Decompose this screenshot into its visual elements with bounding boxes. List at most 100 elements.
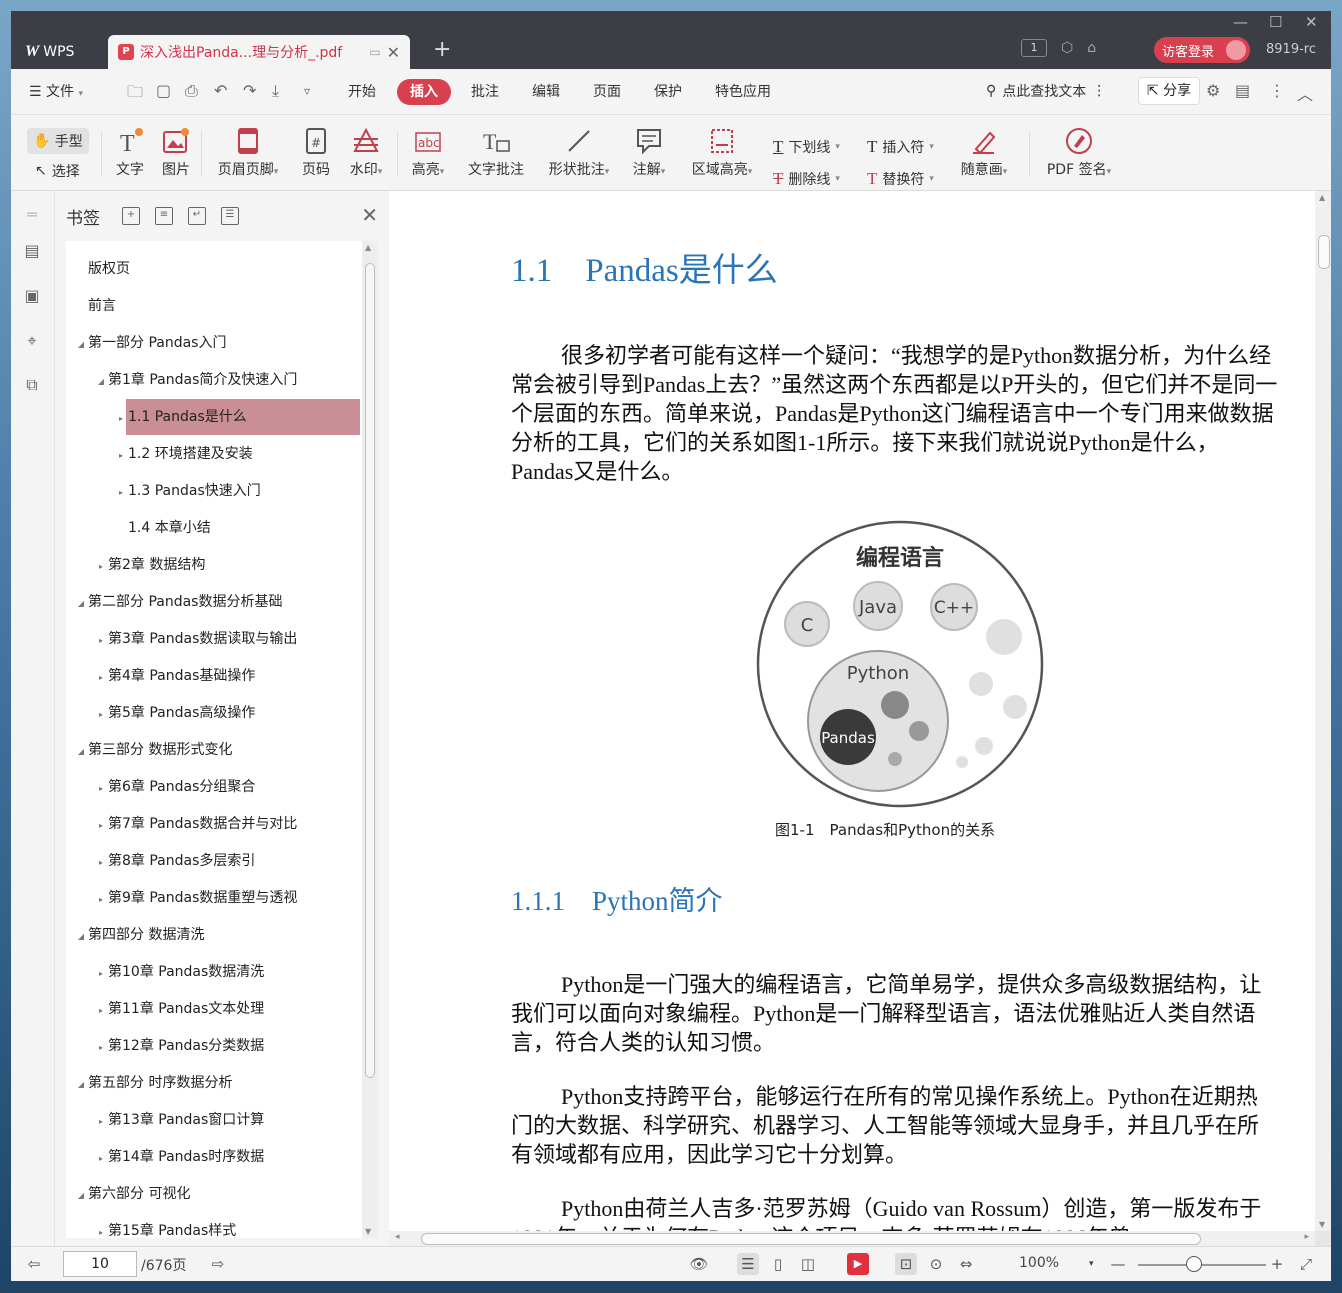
zoom-slider[interactable] [1138, 1264, 1266, 1266]
bookmark-item[interactable]: ▸ 1.2 环境搭建及安装 [114, 436, 253, 472]
zoom-slider-handle[interactable] [1186, 1256, 1202, 1272]
bookmark-item[interactable]: ▸ 1.3 Pandas快速入门 [114, 473, 261, 509]
freehand-button[interactable]: 随意画▾ [955, 125, 1013, 179]
bookmark-item[interactable]: ◢ 第一部分 Pandas入门 [74, 325, 227, 361]
vertical-scroll-thumb[interactable] [1318, 235, 1330, 269]
skin-icon[interactable]: ⬡ [1061, 40, 1073, 56]
bookmark-scroll-thumb[interactable] [365, 263, 375, 1078]
pdf-sign-button[interactable]: PDF 签名▾ [1041, 125, 1117, 179]
redo-icon[interactable]: ↷ [243, 81, 256, 100]
tab-comment[interactable]: 批注 [471, 81, 499, 101]
document-tab[interactable]: P 深入浅出Panda...理与分析_.pdf ▭ ✕ [108, 35, 410, 69]
collapse-all-icon[interactable]: ↵ [188, 207, 206, 225]
share-button[interactable]: ⇱ 分享 [1138, 77, 1200, 105]
eye-protection-icon[interactable]: 👁 [688, 1253, 710, 1275]
watermark-button[interactable]: 水印▾ [345, 125, 387, 179]
zoom-in-icon[interactable]: + [1266, 1253, 1288, 1275]
bookmark-item[interactable]: ◢ 第五部分 时序数据分析 [74, 1065, 233, 1101]
play-slideshow-icon[interactable]: ▶ [847, 1253, 869, 1275]
zoom-out-icon[interactable]: — [1107, 1253, 1129, 1275]
scroll-down-icon[interactable]: ▼ [365, 1227, 371, 1236]
insert-mark-button[interactable]: T 插入符 ▾ [867, 137, 934, 157]
bookmark-item[interactable]: ▸ 第8章 Pandas多层索引 [94, 843, 255, 879]
bookmark-item[interactable]: ▸ 第13章 Pandas窗口计算 [94, 1102, 264, 1138]
annotation-panel-icon[interactable]: ⌖ [21, 331, 43, 353]
tab-features[interactable]: 特色应用 [715, 81, 771, 101]
bookmark-options-icon[interactable]: ☰ [221, 207, 239, 225]
horizontal-scroll-thumb[interactable] [421, 1233, 1201, 1245]
document-view[interactable]: 1.1 Pandas是什么 很多初学者可能有这样一个疑问：“我想学的是Pytho… [389, 191, 1331, 1246]
expand-arrow-icon[interactable]: ▸ [94, 1215, 108, 1238]
expand-arrow-icon[interactable]: ▸ [94, 549, 108, 585]
strikethrough-button[interactable]: T 删除线 ▾ [773, 169, 840, 189]
search-options-icon[interactable]: ⋮ [1092, 83, 1106, 99]
bookmark-item[interactable]: ▸ 第14章 Pandas时序数据 [94, 1139, 264, 1175]
tab-protect[interactable]: 保护 [654, 81, 682, 101]
message-icon[interactable]: ▤ [1235, 81, 1250, 100]
annotation-button[interactable]: 注解▾ [627, 125, 671, 179]
expand-arrow-icon[interactable]: ▸ [114, 401, 128, 437]
bookmark-scrollbar[interactable]: ▲ ▼ [362, 241, 378, 1238]
collapse-arrow-icon[interactable]: ◢ [94, 364, 108, 400]
double-page-view-icon[interactable]: ◫ [797, 1253, 819, 1275]
page-number-input[interactable]: 10 [63, 1251, 137, 1277]
page-number-button[interactable]: # 页码 [299, 125, 333, 179]
save-icon[interactable]: ▢ [156, 81, 171, 100]
expand-all-icon[interactable]: ≡ [155, 207, 173, 225]
continuous-view-icon[interactable]: ☰ [737, 1253, 759, 1275]
bookmark-panel-icon[interactable]: ▤ [21, 241, 43, 263]
single-page-view-icon[interactable]: ▯ [767, 1253, 789, 1275]
guest-login-button[interactable]: 访客登录 [1154, 37, 1250, 63]
maximize-button[interactable]: ☐ [1269, 13, 1282, 31]
scroll-right-icon[interactable]: ▸ [1304, 1232, 1309, 1242]
bookmark-item[interactable]: ▸ 第9章 Pandas数据重塑与透视 [94, 880, 297, 916]
more-options-icon[interactable]: ⋮ [1269, 81, 1285, 100]
close-panel-icon[interactable]: ✕ [361, 203, 378, 227]
close-tab-icon[interactable]: ✕ [387, 43, 400, 62]
scroll-up-icon[interactable]: ▲ [365, 243, 371, 252]
expand-arrow-icon[interactable]: ▸ [94, 845, 108, 881]
fullscreen-icon[interactable]: ⤢ [1295, 1253, 1317, 1275]
print-icon[interactable]: ⎙ [185, 81, 198, 101]
expand-arrow-icon[interactable]: ▸ [114, 438, 128, 474]
close-window-button[interactable]: ✕ [1305, 13, 1318, 31]
tab-page[interactable]: 页面 [593, 81, 621, 101]
tab-start[interactable]: 开始 [348, 81, 376, 101]
insert-image-button[interactable]: 图片 [159, 125, 193, 179]
expand-arrow-icon[interactable]: ▸ [94, 956, 108, 992]
actual-size-icon[interactable]: ⊡ [895, 1253, 917, 1275]
bookmark-item[interactable]: 前言 [74, 288, 116, 324]
more-dropdown-icon[interactable]: ▿ [304, 84, 310, 98]
area-highlight-button[interactable]: 区域高亮▾ [685, 125, 759, 179]
expand-arrow-icon[interactable]: ▸ [94, 623, 108, 659]
bookmark-item[interactable]: ◢ 第六部分 可视化 [74, 1176, 191, 1212]
tab-insert[interactable]: 插入 [397, 79, 451, 105]
monitor-icon[interactable]: ▭ [369, 45, 380, 59]
fit-page-icon[interactable]: ⊙ [925, 1253, 947, 1275]
shirt-icon[interactable]: ⌂ [1087, 40, 1096, 56]
export-icon[interactable]: ⤓ [272, 81, 279, 101]
scroll-up-icon[interactable]: ▲ [1319, 193, 1325, 202]
previous-page-icon[interactable]: ⇦ [23, 1253, 45, 1275]
new-tab-button[interactable]: + [433, 37, 451, 62]
wps-home-tab[interactable]: W WPS [11, 35, 107, 69]
zoom-dropdown-icon[interactable]: ▾ [1089, 1259, 1094, 1269]
open-folder-icon[interactable]: 🗀 [127, 81, 143, 108]
select-tool-button[interactable]: ↖ 选择 [35, 161, 80, 181]
bookmark-item[interactable]: ▸ 第4章 Pandas基础操作 [94, 658, 255, 694]
underline-button[interactable]: T 下划线 ▾ [773, 137, 840, 157]
thumbnail-panel-icon[interactable]: ▣ [21, 286, 43, 308]
shape-comment-button[interactable]: 形状批注▾ [541, 125, 617, 179]
collapse-arrow-icon[interactable]: ◢ [74, 919, 88, 955]
scroll-down-icon[interactable]: ▼ [1319, 1220, 1325, 1229]
fit-width-icon[interactable]: ⇔ [955, 1253, 977, 1275]
scroll-left-icon[interactable]: ◂ [395, 1232, 400, 1242]
next-page-icon[interactable]: ⇨ [207, 1253, 229, 1275]
expand-arrow-icon[interactable]: ▸ [94, 660, 108, 696]
drag-handle-icon[interactable]: ═ [21, 205, 43, 227]
bookmark-item[interactable]: ▸ 第11章 Pandas文本处理 [94, 991, 264, 1027]
text-comment-button[interactable]: T 文字批注 [465, 125, 527, 179]
add-bookmark-icon[interactable]: + [122, 207, 140, 225]
expand-arrow-icon[interactable]: ▸ [94, 808, 108, 844]
expand-arrow-icon[interactable]: ▸ [94, 993, 108, 1029]
